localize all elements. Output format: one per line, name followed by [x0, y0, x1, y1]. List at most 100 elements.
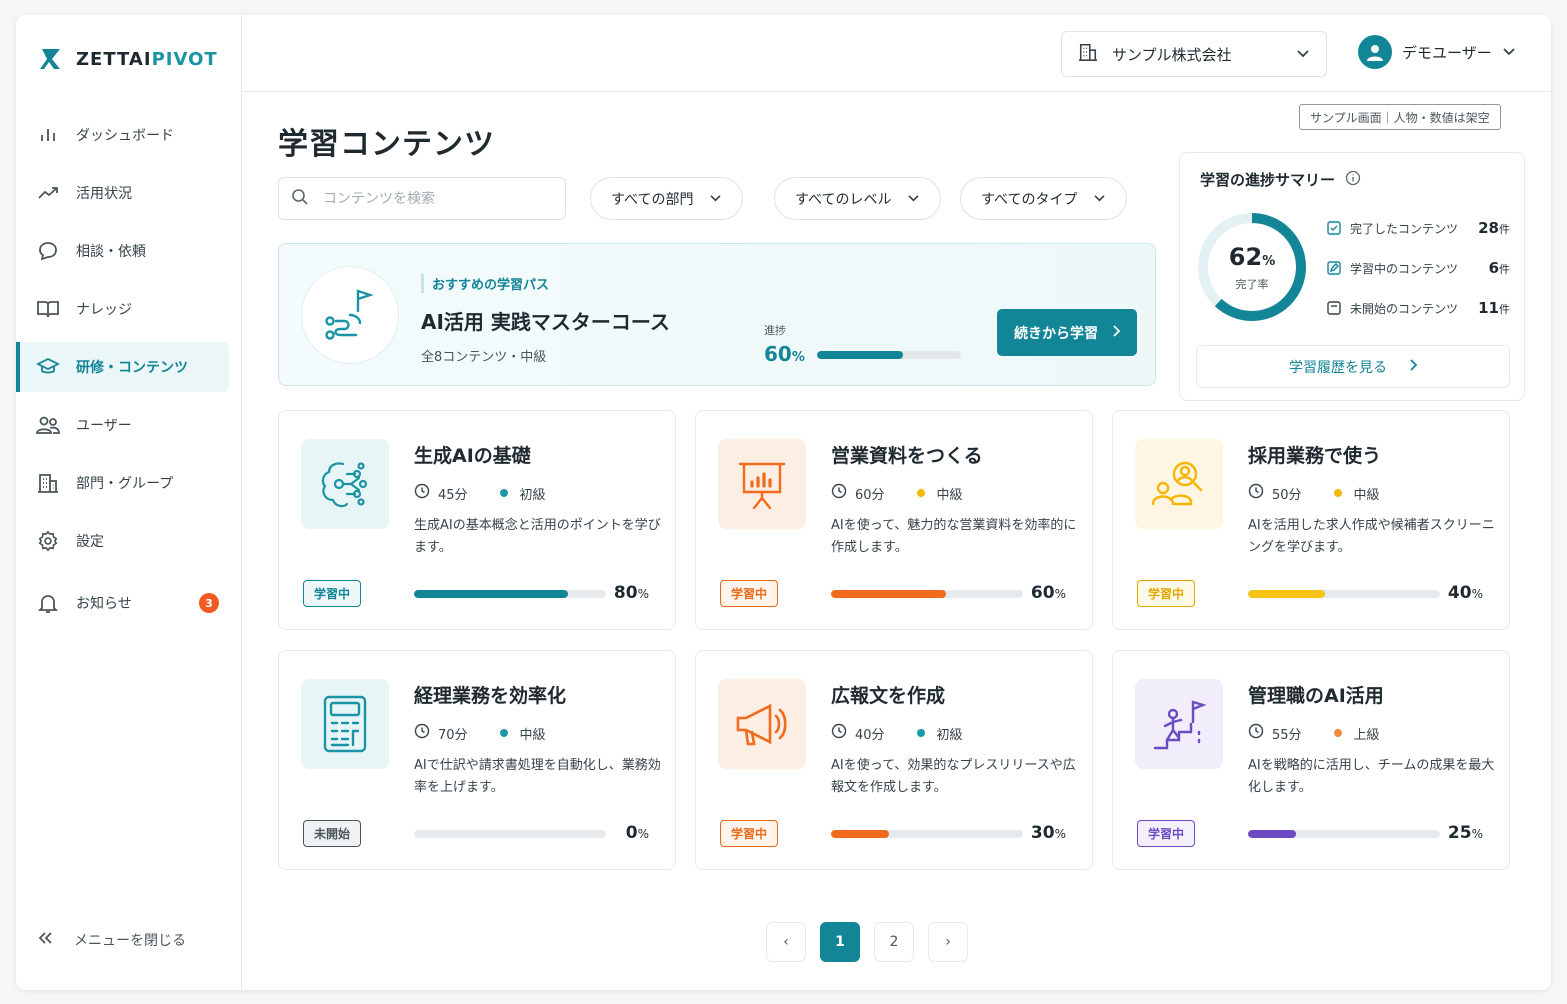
learning-path-flag-icon: [301, 266, 399, 364]
card-level: 中級: [1353, 487, 1380, 503]
presentation-chart-icon: [718, 439, 806, 529]
completion-rate-label: 完了率: [1235, 278, 1269, 291]
card-description: AIを使って、魅力的な営業資料を効率的に作成します。: [831, 518, 1077, 555]
content-card[interactable]: 経理業務を効率化 70分 中級 AIで仕訳や請求書処理を自動化し、業務効率を上げ…: [278, 650, 676, 870]
sidebar-item-departments[interactable]: 部門・グループ: [16, 458, 241, 508]
card-meta: 45分 初級: [414, 483, 546, 503]
card-meta: 55分 上級: [1248, 723, 1380, 743]
logo[interactable]: ZETTAIPIVOT: [38, 45, 218, 73]
progress-label: 進捗: [764, 324, 786, 337]
sidebar-item-notifications[interactable]: お知らせ 3: [16, 578, 241, 628]
card-duration: 40分: [855, 727, 885, 743]
card-meta: 50分 中級: [1248, 483, 1380, 503]
completion-rate-value: 62%: [1228, 243, 1276, 271]
search-box[interactable]: [278, 177, 566, 220]
card-progress-bar: [831, 590, 1023, 598]
sidebar-item-label: 相談・依頼: [76, 244, 146, 260]
page-number: 1: [835, 934, 845, 950]
top-bar: サンプル株式会社 デモユーザー: [242, 15, 1551, 92]
stat-label: 学習中のコンテンツ: [1350, 261, 1459, 276]
sidebar-item-users[interactable]: ユーザー: [16, 400, 241, 450]
card-progress-percent: 80%: [613, 583, 649, 603]
chevron-down-icon: [1502, 43, 1516, 61]
sidebar-item-usage[interactable]: 活用状況: [16, 168, 241, 218]
content-card[interactable]: 広報文を作成 40分 初級 AIを使って、効果的なプレスリリースや広報文を作成し…: [695, 650, 1093, 870]
card-duration: 60分: [855, 487, 885, 503]
sidebar-item-label: ナレッジ: [76, 302, 132, 318]
users-icon: [36, 413, 60, 437]
card-progress-bar: [414, 590, 606, 598]
card-level: 初級: [519, 487, 546, 503]
stat-count: 6件: [1488, 259, 1510, 277]
collapse-menu-button[interactable]: メニューを閉じる: [36, 930, 186, 950]
card-progress-percent: 60%: [1030, 583, 1066, 603]
sidebar-item-training[interactable]: 研修・コンテンツ: [16, 342, 229, 392]
main-content: サンプル画面｜人物・数値は架空 学習コンテンツ すべての部門 すべてのレベル す…: [242, 92, 1551, 990]
recommended-label: おすすめの学習パス: [421, 274, 549, 293]
company-name: サンプル株式会社: [1112, 45, 1232, 64]
logo-text: ZETTAIPIVOT: [76, 48, 218, 70]
status-badge: 学習中: [303, 580, 362, 607]
card-duration: 55分: [1272, 727, 1302, 743]
content-card[interactable]: 営業資料をつくる 60分 中級 AIを使って、魅力的な営業資料を効率的に作成しま…: [695, 410, 1093, 630]
clock-icon: [831, 723, 847, 743]
ai-brain-icon: [301, 439, 389, 529]
next-page-button[interactable]: ›: [928, 922, 968, 962]
prev-page-button[interactable]: ‹: [766, 922, 806, 962]
edit-square-icon: [1327, 261, 1341, 275]
sidebar-item-label: 設定: [76, 534, 104, 550]
chat-bubble-icon: [36, 239, 60, 263]
sidebar-item-settings[interactable]: 設定: [16, 516, 241, 566]
department-filter[interactable]: すべての部門: [590, 177, 744, 220]
user-menu[interactable]: デモユーザー: [1358, 35, 1516, 69]
company-selector[interactable]: サンプル株式会社: [1061, 31, 1327, 77]
level-dot: [1333, 489, 1342, 497]
info-icon[interactable]: [1345, 170, 1361, 190]
sidebar-item-consult[interactable]: 相談・依頼: [16, 226, 241, 276]
level-filter[interactable]: すべてのレベル: [774, 177, 942, 220]
recommended-meta: 全8コンテンツ・中級: [421, 350, 547, 365]
double-chevron-left-icon: [36, 930, 54, 950]
card-description: AIで仕訳や請求書処理を自動化し、業務効率を上げます。: [414, 758, 661, 795]
card-description: 生成AIの基本概念と活用のポイントを学びます。: [414, 518, 661, 555]
stat-in-progress: 学習中のコンテンツ 6件: [1326, 259, 1510, 277]
building-icon: [1078, 42, 1098, 66]
chevron-right-icon: [1112, 324, 1121, 341]
app-window: ZETTAIPIVOT ダッシュボード 活用状況 相談・依頼 ナレッジ 研修・コ…: [16, 15, 1551, 990]
page-1-button[interactable]: 1: [820, 922, 860, 962]
building-icon: [36, 471, 60, 495]
card-progress-bar: [414, 830, 606, 838]
clock-icon: [414, 483, 430, 503]
type-filter[interactable]: すべてのタイプ: [960, 177, 1128, 220]
search-input[interactable]: [323, 190, 543, 207]
card-meta: 40分 初級: [831, 723, 963, 743]
view-history-button[interactable]: 学習履歴を見る: [1196, 345, 1510, 388]
card-description: AIを使って、効果的なプレスリリースや広報文を作成します。: [831, 758, 1076, 795]
continue-learning-label: 続きから学習: [1014, 325, 1098, 342]
search-icon: [291, 188, 309, 210]
progress-value: 60%: [764, 342, 805, 366]
bell-icon: [36, 591, 60, 615]
sidebar: ZETTAIPIVOT ダッシュボード 活用状況 相談・依頼 ナレッジ 研修・コ…: [16, 15, 242, 990]
page-2-button[interactable]: 2: [874, 922, 914, 962]
content-card[interactable]: 生成AIの基礎 45分 初級 生成AIの基本概念と活用のポイントを学びます。 学…: [278, 410, 676, 630]
sidebar-item-knowledge[interactable]: ナレッジ: [16, 284, 241, 334]
stat-label: 未開始のコンテンツ: [1350, 301, 1459, 316]
content-card[interactable]: 採用業務で使う 50分 中級 AIを活用した求人作成や候補者スクリーニングを学び…: [1112, 410, 1510, 630]
department-filter-label: すべての部門: [611, 191, 694, 208]
chevron-down-icon: [1296, 45, 1310, 63]
card-description: AIを戦略的に活用し、チームの成果を最大化します。: [1248, 758, 1495, 795]
card-meta: 70分 中級: [414, 723, 546, 743]
card-title: 経理業務を効率化: [414, 685, 567, 707]
card-level: 中級: [936, 487, 963, 503]
sidebar-item-label: 活用状況: [76, 186, 132, 202]
level-dot: [916, 729, 925, 737]
card-progress-percent: 0%: [625, 823, 649, 843]
recommended-path-banner: おすすめの学習パス AI活用 実践マスターコース 全8コンテンツ・中級 進捗 6…: [278, 243, 1156, 386]
content-card[interactable]: 管理職のAI活用 55分 上級 AIを戦略的に活用し、チームの成果を最大化します…: [1112, 650, 1510, 870]
continue-learning-button[interactable]: 続きから学習: [997, 309, 1137, 356]
notification-count-badge: 3: [199, 593, 219, 613]
level-dot: [499, 489, 508, 497]
stat-count: 28件: [1478, 219, 1510, 237]
sidebar-item-dashboard[interactable]: ダッシュボード: [16, 110, 241, 160]
